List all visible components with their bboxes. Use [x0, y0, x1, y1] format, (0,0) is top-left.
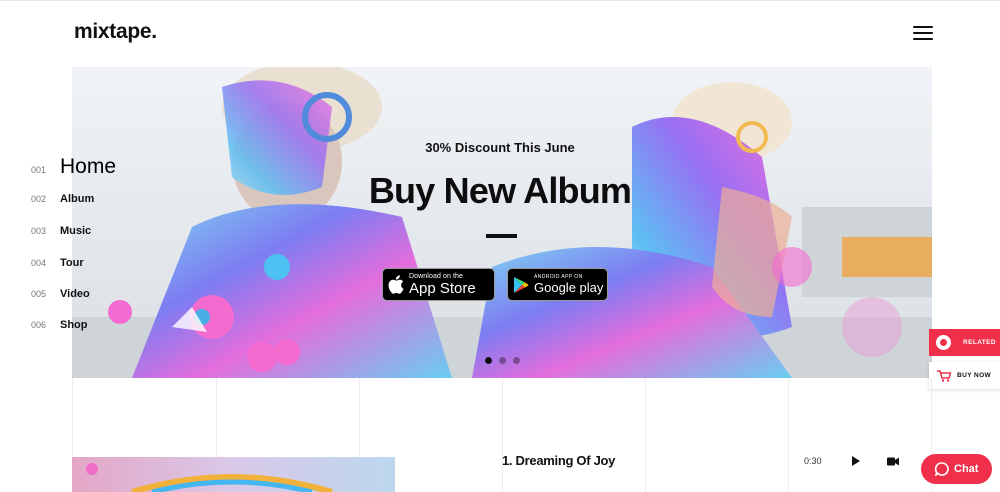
- related-button[interactable]: RELATED: [929, 329, 1000, 356]
- hero-discount-text: 30% Discount This June: [425, 140, 575, 155]
- nav-item-number: 004: [31, 258, 47, 268]
- nav-item-album[interactable]: 002 Album: [31, 193, 94, 205]
- hamburger-icon[interactable]: [913, 26, 933, 40]
- slider-dots: [485, 357, 520, 364]
- track-title[interactable]: 1. Dreaming Of Joy: [502, 453, 615, 468]
- slider-dot-2[interactable]: [499, 357, 506, 364]
- video-camera-icon[interactable]: [887, 457, 899, 466]
- nav-item-label: Tour: [60, 257, 84, 269]
- nav-item-label: Home: [60, 155, 117, 178]
- album-cover[interactable]: [72, 457, 395, 492]
- cart-icon: [937, 369, 951, 382]
- grid-line: [645, 378, 646, 492]
- nav-item-video[interactable]: 005 Video: [31, 288, 90, 300]
- nav-item-label: Shop: [60, 319, 88, 331]
- top-divider: [0, 0, 1000, 1]
- google-play-button[interactable]: ANDROID APP ON Google play: [507, 268, 608, 301]
- grid-line: [788, 378, 789, 492]
- nav-item-home[interactable]: 001 Home: [31, 155, 116, 179]
- grid-line: [502, 378, 503, 492]
- slider-dot-3[interactable]: [513, 357, 520, 364]
- nav-item-label: Video: [60, 288, 90, 300]
- nav-item-number: 001: [31, 165, 47, 175]
- chat-bubble-icon: [935, 462, 949, 476]
- related-label: RELATED: [963, 339, 997, 346]
- site-logo[interactable]: mixtape.: [74, 20, 157, 44]
- nav-item-number: 005: [31, 289, 47, 299]
- buy-now-label: BUY NOW: [957, 372, 992, 379]
- buy-now-button[interactable]: BUY NOW: [929, 362, 1000, 389]
- play-icon[interactable]: [852, 456, 860, 466]
- track-duration: 0:30: [804, 456, 822, 466]
- hero-overlay: [72, 67, 932, 378]
- slider-dot-1[interactable]: [485, 357, 492, 364]
- google-play-icon: [508, 276, 534, 294]
- related-icon: [936, 335, 951, 350]
- chat-button[interactable]: Chat: [921, 454, 992, 484]
- hero-divider: [486, 234, 517, 238]
- chat-label: Chat: [954, 463, 979, 475]
- app-store-button[interactable]: Download on the App Store: [382, 268, 495, 301]
- nav-item-number: 002: [31, 194, 47, 204]
- app-store-small-text: Download on the: [409, 273, 464, 280]
- app-store-big-text: App Store: [409, 280, 476, 297]
- nav-item-label: Music: [60, 225, 92, 237]
- nav-item-music[interactable]: 003 Music: [31, 225, 91, 237]
- google-play-big-text: Google play: [534, 280, 604, 295]
- nav-item-number: 006: [31, 320, 47, 330]
- apple-icon: [383, 275, 409, 294]
- nav-item-label: Album: [60, 193, 95, 205]
- nav-item-shop[interactable]: 006 Shop: [31, 319, 88, 331]
- hero-headline: Buy New Album: [368, 170, 632, 211]
- nav-item-tour[interactable]: 004 Tour: [31, 257, 84, 269]
- nav-item-number: 003: [31, 226, 47, 236]
- hero-banner: [72, 67, 932, 378]
